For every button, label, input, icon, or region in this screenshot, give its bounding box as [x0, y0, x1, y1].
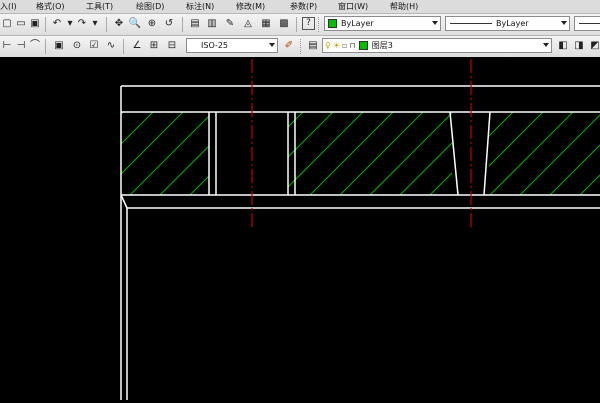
chevron-down-icon — [543, 43, 549, 47]
dim-angular-icon[interactable]: ∠ — [130, 39, 144, 53]
dim-linear-icon[interactable]: ⊢ — [0, 39, 14, 53]
toolbar-separator — [45, 39, 46, 54]
redo-icon[interactable]: ↷ — [75, 17, 89, 31]
new-icon[interactable]: ▢ — [0, 17, 14, 31]
color-control-value: ByLayer — [341, 19, 374, 28]
lineweight-control-dropdown[interactable] — [574, 16, 600, 31]
styles-layers-toolbar: ⊢ ⊣ ⌒ ▣ ⊙ ☑ ∿ ∠ ⊞ ⊟ ISO-25 ✐ ▤ ♀ ☀ ▫ ⊓ 图… — [0, 36, 600, 58]
save-icon[interactable]: ▣ — [28, 17, 42, 31]
dim-arc-icon[interactable]: ⌒ — [28, 39, 42, 53]
color-swatch — [328, 19, 337, 28]
toolbar-separator — [106, 17, 107, 32]
redo-dropdown-icon[interactable]: ▾ — [88, 17, 102, 31]
dim-radius-icon[interactable]: ⊙ — [70, 39, 84, 53]
dim-baseline-icon[interactable]: ⊟ — [165, 39, 179, 53]
make-object-layer-current-icon[interactable]: ◧ — [556, 39, 570, 53]
layer-control-dropdown[interactable]: ♀ ☀ ▫ ⊓ 图层3 — [322, 38, 552, 53]
chevron-down-icon — [561, 21, 567, 25]
linetype-control-value: ByLayer — [496, 19, 529, 28]
dim-quick-icon[interactable]: ⊞ — [147, 39, 161, 53]
part-outline — [120, 85, 600, 400]
sheet-set-icon[interactable]: ◬ — [241, 17, 255, 31]
pan-icon[interactable]: ✥ — [112, 17, 126, 31]
dimstyle-control-dropdown[interactable]: ISO-25 — [186, 38, 278, 53]
undo-icon[interactable]: ↶ — [50, 17, 64, 31]
zoom-window-icon[interactable]: ⊕ — [145, 17, 159, 31]
dim-ordinate-icon[interactable]: ▣ — [52, 39, 66, 53]
dimstyle-control-value: ISO-25 — [201, 41, 229, 50]
layer-thaw-sun-icon: ☀ — [332, 41, 341, 50]
dim-diameter-icon[interactable]: ∿ — [104, 39, 118, 53]
menu-tools[interactable]: 工具(T) — [86, 1, 113, 12]
design-center-icon[interactable]: ▥ — [205, 17, 219, 31]
linetype-control-dropdown[interactable]: ByLayer — [445, 16, 570, 31]
menu-dimension[interactable]: 标注(N) — [186, 1, 214, 12]
autocad-window: 入(I) 格式(O) 工具(T) 绘图(D) 标注(N) 修改(M) 参数(P)… — [0, 0, 600, 400]
linetype-preview — [450, 23, 492, 24]
hatch-pattern — [121, 112, 600, 195]
menu-modify[interactable]: 修改(M) — [236, 1, 265, 12]
standard-toolbar: ▢ ▭ ▣ ↶ ▾ ↷ ▾ ✥ 🔍 ⊕ ↺ ▤ ▥ ✎ ◬ ▦ ▩ ? ByLa… — [0, 14, 600, 36]
toolbar-separator — [45, 17, 46, 32]
layer-on-bulb-icon: ♀ — [325, 41, 331, 50]
layer-properties-icon[interactable]: ▤ — [306, 39, 320, 53]
toolbar-separator — [296, 17, 297, 32]
color-control-dropdown[interactable]: ByLayer — [324, 16, 441, 31]
menu-draw[interactable]: 绘图(D) — [136, 1, 164, 12]
menu-bar: 入(I) 格式(O) 工具(T) 绘图(D) 标注(N) 修改(M) 参数(P)… — [0, 0, 600, 14]
open-icon[interactable]: ▭ — [14, 17, 28, 31]
properties-icon[interactable]: ▤ — [188, 17, 202, 31]
tool-palettes-icon[interactable]: ✎ — [223, 17, 237, 31]
zoom-realtime-icon[interactable]: 🔍 — [128, 17, 142, 31]
layer-color-swatch — [358, 41, 368, 50]
layer-viewport-icon: ▫ — [342, 41, 348, 50]
menu-parameter[interactable]: 参数(P) — [290, 1, 317, 12]
toolbar-separator — [182, 17, 183, 32]
toolbar-grip[interactable] — [300, 39, 304, 54]
dim-aligned-icon[interactable]: ⊣ — [14, 39, 28, 53]
menu-window[interactable]: 窗口(W) — [338, 1, 368, 12]
markup-icon[interactable]: ▦ — [259, 17, 273, 31]
layer-control-value: 图层3 — [371, 41, 393, 50]
dim-jogged-icon[interactable]: ☑ — [87, 39, 101, 53]
zoom-previous-icon[interactable]: ↺ — [162, 17, 176, 31]
toolbar-separator — [123, 39, 124, 54]
menu-help[interactable]: 帮助(H) — [390, 1, 418, 12]
chevron-down-icon — [432, 21, 438, 25]
layer-unlock-icon: ⊓ — [349, 41, 356, 50]
lineweight-preview — [579, 23, 600, 24]
calculator-icon[interactable]: ▩ — [277, 17, 291, 31]
menu-insert[interactable]: 入(I) — [0, 1, 17, 12]
toolbar-grip[interactable] — [318, 17, 322, 32]
cad-drawing — [120, 59, 600, 400]
layer-states-icon[interactable]: ◩ — [588, 39, 600, 53]
layer-previous-icon[interactable]: ◨ — [572, 39, 586, 53]
menu-format[interactable]: 格式(O) — [36, 1, 65, 12]
drawing-canvas[interactable] — [0, 57, 600, 400]
dimension-style-icon[interactable]: ✐ — [282, 39, 296, 53]
help-icon[interactable]: ? — [302, 17, 315, 30]
chevron-down-icon — [269, 43, 275, 47]
